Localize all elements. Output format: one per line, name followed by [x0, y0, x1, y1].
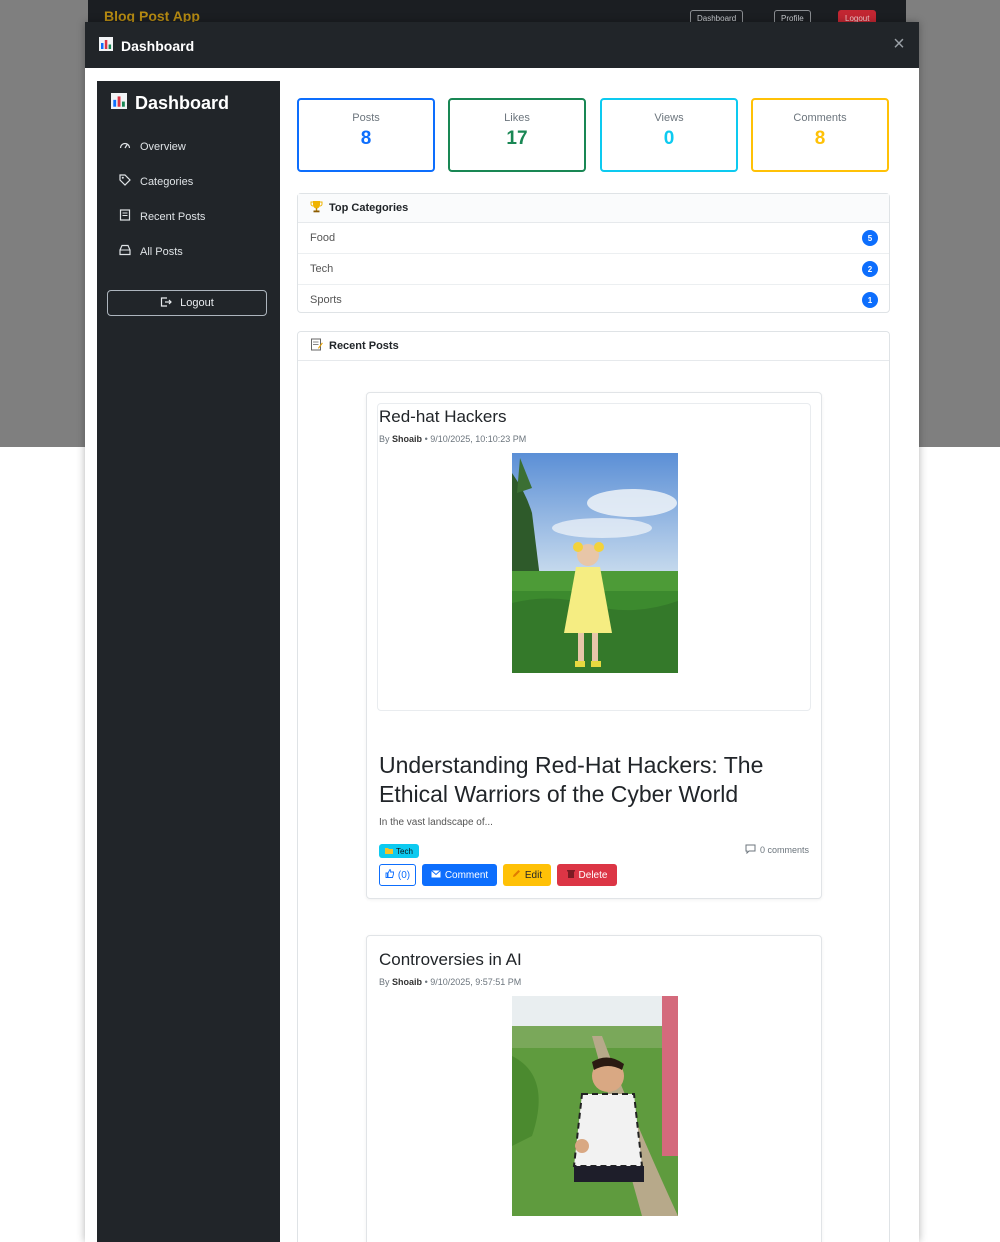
- sidebar-item-label: All Posts: [140, 245, 183, 258]
- trophy-icon: [310, 200, 323, 216]
- trash-icon: [566, 869, 575, 881]
- stat-card-comments: Comments 8: [751, 98, 889, 172]
- sidebar-item-label: Recent Posts: [140, 210, 206, 223]
- post-by: By: [379, 434, 390, 444]
- post-meta: By Shoaib • 9/10/2025, 9:57:51 PM: [379, 977, 521, 987]
- stat-value: 17: [506, 128, 528, 149]
- comments-count: 0 comments: [745, 844, 809, 856]
- edit-button[interactable]: Edit: [503, 864, 551, 886]
- sidebar-item-all-posts[interactable]: All Posts: [119, 244, 183, 259]
- post-image: [512, 453, 678, 673]
- stat-label: Likes: [504, 112, 530, 124]
- sidebar-item-overview[interactable]: Overview: [119, 139, 186, 154]
- sidebar: Dashboard Overview Categories Recent Pos…: [97, 81, 280, 1242]
- post-date: • 9/10/2025, 10:10:23 PM: [424, 434, 527, 444]
- folder-icon: [385, 847, 393, 856]
- top-categories-header: Top Categories: [298, 194, 889, 223]
- top-categories-title: Top Categories: [329, 202, 409, 214]
- thumbs-up-icon: [385, 868, 394, 881]
- category-tag: Tech: [379, 844, 419, 858]
- delete-button[interactable]: Delete: [557, 864, 617, 886]
- stat-value: 0: [663, 128, 675, 149]
- post-heading: Understanding Red-Hat Hackers: The Ethic…: [379, 752, 764, 807]
- post-by: By: [379, 977, 390, 987]
- like-count: (0): [397, 869, 411, 881]
- inbox-icon: [119, 244, 131, 259]
- pencil-icon: [512, 869, 521, 881]
- memo-icon: [310, 338, 323, 354]
- post-meta: By Shoaib • 9/10/2025, 10:10:23 PM: [379, 434, 526, 444]
- logout-icon: [160, 296, 173, 311]
- sidebar-item-categories[interactable]: Categories: [119, 174, 193, 189]
- post-title: Red-hat Hackers: [379, 407, 507, 426]
- stat-label: Views: [654, 112, 684, 124]
- comment-button-label: Comment: [444, 869, 489, 881]
- stat-label: Comments: [793, 112, 847, 124]
- edit-button-label: Edit: [524, 869, 543, 881]
- logout-label: Logout: [180, 297, 214, 309]
- category-row: Sports 1: [298, 285, 889, 315]
- modal-header: Dashboard ×: [85, 22, 919, 68]
- category-name: Sports: [310, 294, 342, 306]
- sidebar-title: Dashboard: [111, 93, 229, 114]
- post-date: • 9/10/2025, 9:57:51 PM: [424, 977, 522, 987]
- post-image: [512, 996, 678, 1216]
- comment-icon: [745, 844, 756, 856]
- recent-posts-header: Recent Posts: [298, 332, 889, 361]
- modal-title-text: Dashboard: [121, 37, 195, 54]
- category-row: Tech 2: [298, 254, 889, 285]
- sidebar-item-recent-posts[interactable]: Recent Posts: [119, 209, 205, 224]
- speedometer-icon: [119, 139, 131, 154]
- category-name: Food: [310, 232, 336, 244]
- stat-label: Posts: [352, 112, 380, 124]
- stat-value: 8: [814, 128, 826, 149]
- category-count-badge: 5: [862, 230, 878, 246]
- post-excerpt: In the vast landscape of...: [379, 817, 493, 828]
- top-categories-card: Top Categories Food 5 Tech 2 Sports 1: [297, 193, 890, 313]
- category-count-badge: 2: [862, 261, 878, 277]
- post-author: Shoaib: [392, 434, 423, 444]
- post-card: Controversies in AI By Shoaib • 9/10/202…: [366, 935, 822, 1242]
- category-row: Food 5: [298, 223, 889, 254]
- post-card: Red-hat Hackers By Shoaib • 9/10/2025, 1…: [366, 392, 822, 899]
- sidebar-title-text: Dashboard: [135, 93, 230, 113]
- comment-button[interactable]: Comment: [422, 864, 497, 886]
- category-name: Tech: [310, 263, 334, 275]
- stat-card-likes: Likes 17: [448, 98, 586, 172]
- stat-card-posts: Posts 8: [297, 98, 435, 172]
- sidebar-item-label: Categories: [140, 175, 194, 188]
- category-tag-label: Tech: [396, 846, 413, 856]
- dashboard-modal: Dashboard × Dashboard Overview Categorie…: [85, 22, 919, 1242]
- document-icon: [119, 209, 131, 224]
- logout-button[interactable]: Logout: [107, 290, 267, 316]
- tag-icon: [119, 174, 131, 189]
- category-count-badge: 1: [862, 292, 878, 308]
- recent-posts-card: Recent Posts Red-hat Hackers By Shoaib •…: [297, 331, 890, 1242]
- recent-posts-title: Recent Posts: [329, 340, 399, 352]
- sidebar-item-label: Overview: [140, 140, 186, 153]
- bar-chart-icon: [111, 93, 127, 114]
- post-author: Shoaib: [392, 977, 423, 987]
- envelope-icon: [430, 869, 441, 881]
- like-button[interactable]: (0): [379, 864, 416, 886]
- bar-chart-icon: [99, 37, 113, 54]
- stat-card-views: Views 0: [600, 98, 738, 172]
- close-icon[interactable]: ×: [889, 34, 909, 54]
- modal-title: Dashboard: [99, 37, 194, 54]
- post-title: Controversies in AI: [379, 950, 522, 969]
- delete-button-label: Delete: [578, 869, 608, 881]
- comments-count-label: 0 comments: [759, 845, 809, 855]
- stat-value: 8: [360, 128, 372, 149]
